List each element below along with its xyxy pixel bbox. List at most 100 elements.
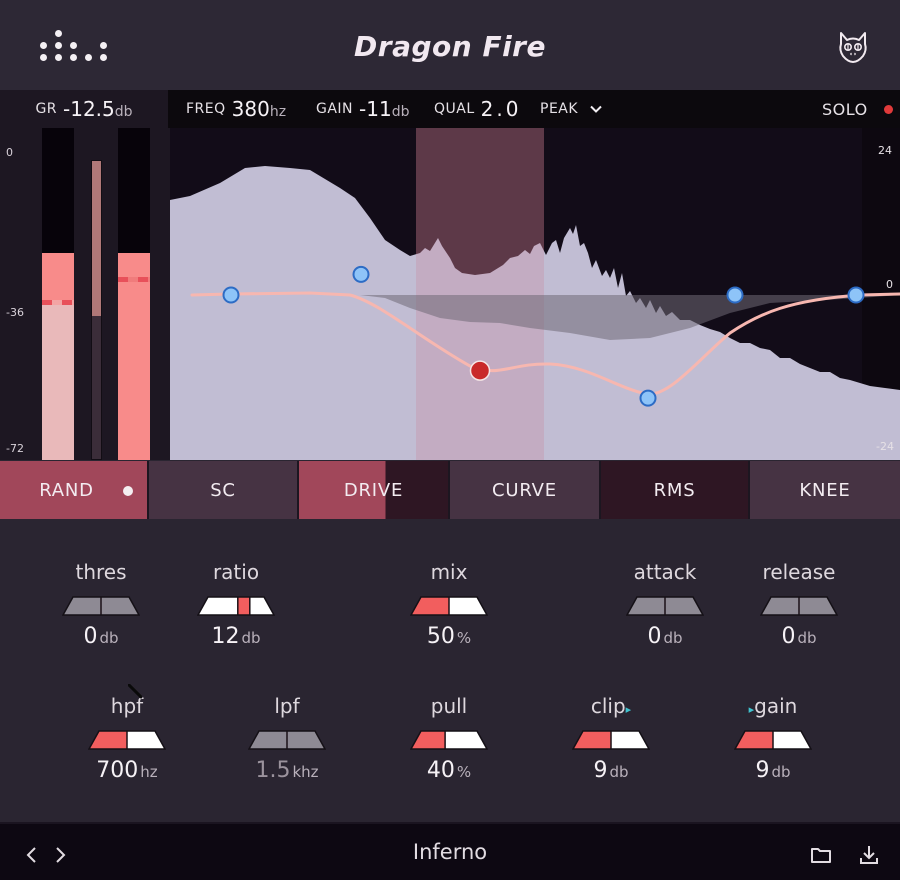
eq-band-node-5[interactable]	[726, 286, 744, 304]
controls-panel: thres 0 db ratio 12 db mix 50% attack 0 db …	[0, 520, 900, 820]
rand-indicator-dot	[123, 486, 133, 496]
download-icon[interactable]	[858, 844, 880, 866]
input-meter	[42, 128, 74, 460]
gain-unit: db	[771, 763, 791, 781]
release-control[interactable]: release 0 db	[749, 560, 849, 649]
ratio-unit: db	[241, 629, 261, 647]
tab-rand-label: RAND	[39, 479, 94, 501]
output-meter-fill	[118, 252, 150, 460]
gr-meter-fill	[92, 161, 101, 316]
attack-value: 0	[647, 624, 662, 649]
lpf-label: lpf	[274, 694, 300, 718]
eq-graph[interactable]: 24 0 -24	[170, 128, 900, 460]
filter-type-dropdown[interactable]: PEAK	[540, 90, 602, 128]
slider-fill	[198, 597, 244, 615]
thres-control[interactable]: thres 0 db	[51, 560, 151, 649]
gain-label: GAIN	[316, 101, 354, 117]
solo-label: SOLO	[822, 99, 868, 119]
tab-drive-label: DRIVE	[343, 479, 404, 501]
tab-knee[interactable]: KNEE	[750, 461, 900, 519]
mix-label: mix	[430, 560, 468, 584]
lpf-unit: khz	[292, 763, 319, 781]
freq-unit: hz	[269, 104, 287, 120]
release-slider[interactable]	[760, 596, 838, 616]
eq-graph-svg[interactable]	[170, 128, 900, 460]
chevron-down-icon	[590, 105, 602, 113]
gain-slider[interactable]	[734, 730, 812, 750]
thres-slider[interactable]	[62, 596, 140, 616]
pull-control[interactable]: pull 40%	[399, 694, 499, 783]
attack-control[interactable]: attack 0 db	[615, 560, 715, 649]
gain-control[interactable]: ▸gain 9 db	[723, 694, 823, 783]
tab-curve[interactable]: CURVE	[450, 461, 601, 519]
meter-scale-72: -72	[6, 442, 24, 455]
pull-label: pull	[430, 694, 468, 718]
meter-scale-36: -36	[6, 306, 24, 319]
app-title: Dragon Fire	[354, 30, 546, 63]
gain-param[interactable]: GAIN -11db	[316, 90, 409, 128]
freq-value[interactable]: 380	[232, 97, 270, 121]
lpf-value: 1.5	[255, 758, 291, 783]
gr-label: GR	[35, 101, 58, 117]
qual-value[interactable]: 2.0	[481, 97, 522, 121]
level-meters: 0 -36 -72	[0, 128, 170, 460]
freq-param[interactable]: FREQ 380hz	[186, 90, 286, 128]
preset-bar: Inferno	[0, 822, 900, 880]
hpf-label: hpf	[110, 694, 144, 718]
gr-meter	[91, 160, 102, 460]
input-peak-marker	[42, 300, 74, 306]
mix-value: 50	[426, 624, 455, 649]
tab-rms[interactable]: RMS	[601, 461, 750, 519]
folder-icon[interactable]	[810, 844, 832, 866]
eq-band-node-6[interactable]	[847, 286, 865, 304]
band-info-bar: GR -12.5db FREQ 380hz GAIN -11db QUAL 2.…	[0, 90, 900, 128]
eq-band-node-2[interactable]	[352, 265, 370, 283]
mix-slider[interactable]	[410, 596, 488, 616]
hpf-slider[interactable]	[88, 730, 166, 750]
tab-rand[interactable]: RAND	[0, 461, 149, 519]
attack-slider[interactable]	[626, 596, 704, 616]
header: Dragon Fire	[0, 0, 900, 90]
clip-unit: db	[609, 763, 629, 781]
gain-reduction-readout: GR -12.5db	[0, 90, 168, 128]
cat-face-icon[interactable]	[836, 30, 870, 64]
ratio-slider[interactable]	[197, 596, 275, 616]
preset-name[interactable]: Inferno	[0, 840, 900, 864]
clip-control[interactable]: clip▸ 9 db	[561, 694, 661, 783]
hpf-value: 700	[96, 758, 139, 783]
lpf-slider[interactable]	[248, 730, 326, 750]
pull-value: 40	[426, 758, 455, 783]
qual-label: QUAL	[434, 101, 475, 117]
ratio-control[interactable]: ratio 12 db	[186, 560, 286, 649]
solo-indicator	[883, 104, 893, 114]
pull-unit: %	[456, 763, 472, 781]
eq-band-node-1[interactable]	[222, 286, 240, 304]
qual-param[interactable]: QUAL 2.0	[434, 90, 521, 128]
output-peak-marker	[118, 277, 150, 283]
clip-link-arrow-icon[interactable]: ▸	[626, 703, 632, 716]
release-label: release	[762, 560, 836, 584]
slider-marker[interactable]	[237, 596, 251, 616]
mix-control[interactable]: mix 50%	[399, 560, 499, 649]
gain-unit: db	[391, 104, 410, 120]
attack-label: attack	[633, 560, 697, 584]
tab-drive[interactable]: DRIVE	[299, 461, 450, 519]
clip-label: clip	[590, 694, 626, 718]
tab-curve-label: CURVE	[492, 479, 557, 501]
input-meter-hold-fill	[42, 303, 74, 460]
solo-toggle[interactable]: SOLO	[822, 90, 893, 128]
eq-band-node-4[interactable]	[639, 389, 657, 407]
gain-value[interactable]: -11	[359, 97, 392, 121]
clip-slider[interactable]	[572, 730, 650, 750]
eq-band-node-3[interactable]	[469, 360, 491, 381]
selected-band-highlight	[416, 128, 544, 460]
hpf-control[interactable]: hpf 700 hz	[77, 694, 177, 783]
ratio-value: 12	[211, 624, 240, 649]
tab-rms-label: RMS	[653, 479, 696, 501]
ratio-label: ratio	[212, 560, 260, 584]
pull-slider[interactable]	[410, 730, 488, 750]
mode-tabs: RAND SC DRIVE CURVE RMS KNEE	[0, 461, 900, 519]
tab-knee-label: KNEE	[799, 479, 851, 501]
lpf-control[interactable]: lpf 1.5 khz	[237, 694, 337, 783]
tab-sc[interactable]: SC	[149, 461, 299, 519]
